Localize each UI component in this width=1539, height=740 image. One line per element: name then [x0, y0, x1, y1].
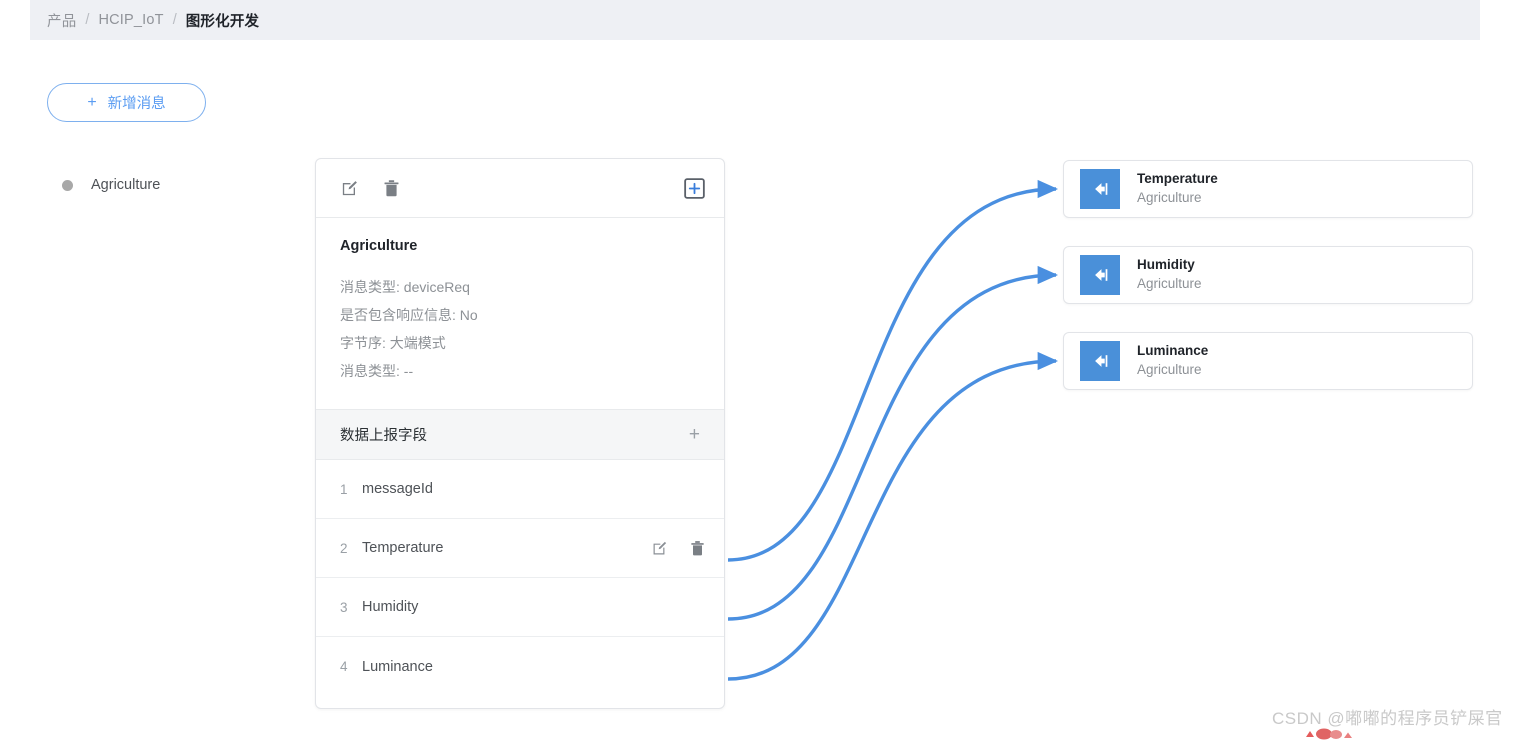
trash-icon[interactable] — [690, 540, 705, 557]
breadcrumb-bar: 产品 / HCIP_IoT / 图形化开发 — [30, 0, 1480, 40]
meta-byte-order: 字节序: 大端模式 — [340, 335, 446, 351]
breadcrumb-item-current: 图形化开发 — [185, 13, 260, 30]
tree-item-agriculture[interactable]: Agriculture — [62, 174, 160, 196]
breadcrumb-item-hcip-iot[interactable]: HCIP_IoT — [98, 12, 163, 28]
message-card: Agriculture 消息类型: deviceReq 是否包含响应信息: No… — [315, 158, 725, 709]
property-card-title: Luminance — [1137, 343, 1209, 358]
property-card-title: Temperature — [1137, 171, 1218, 186]
edit-icon[interactable] — [340, 179, 359, 198]
connector-humidity — [727, 265, 1059, 621]
import-arrow-icon — [1080, 341, 1120, 381]
field-index: 3 — [340, 599, 348, 615]
property-card-temperature[interactable]: Temperature Agriculture — [1063, 160, 1473, 218]
meta-message-type: 消息类型: deviceReq — [340, 279, 470, 295]
property-card-subtitle: Agriculture — [1137, 276, 1202, 291]
field-index: 1 — [340, 481, 348, 497]
field-row[interactable]: 4 Luminance — [316, 637, 724, 696]
breadcrumb-separator: / — [85, 12, 90, 28]
message-card-title: Agriculture — [340, 238, 418, 254]
field-name: Luminance — [362, 658, 433, 675]
connector-temperature — [727, 179, 1059, 562]
trash-icon[interactable] — [383, 179, 400, 198]
plus-icon: + — [87, 93, 97, 111]
csdn-logo-icon — [1306, 728, 1352, 740]
field-name: Temperature — [362, 540, 444, 556]
plus-box-icon[interactable] — [684, 177, 705, 199]
add-field-plus-icon[interactable]: + — [689, 425, 700, 444]
fields-section-title: 数据上报字段 — [340, 428, 427, 444]
fields-section-header: 数据上报字段 + — [316, 409, 724, 460]
status-dot-icon — [62, 179, 73, 191]
message-card-body: Agriculture 消息类型: deviceReq 是否包含响应信息: No… — [316, 218, 724, 399]
connector-luminance — [727, 351, 1059, 681]
meta-has-response: 是否包含响应信息: No — [340, 307, 478, 323]
field-name: messageId — [362, 481, 433, 497]
property-card-humidity[interactable]: Humidity Agriculture — [1063, 246, 1473, 304]
field-index: 2 — [340, 540, 348, 556]
add-message-button[interactable]: + 新增消息 — [47, 83, 206, 122]
property-card-title: Humidity — [1137, 257, 1195, 272]
field-name: Humidity — [362, 599, 419, 615]
breadcrumb-separator: / — [172, 12, 177, 28]
field-row[interactable]: 2 Temperature — [316, 519, 724, 578]
breadcrumb-item-product[interactable]: 产品 — [47, 10, 76, 31]
property-card-luminance[interactable]: Luminance Agriculture — [1063, 332, 1473, 390]
import-arrow-icon — [1080, 169, 1120, 209]
import-arrow-icon — [1080, 255, 1120, 295]
field-index: 4 — [340, 659, 348, 674]
meta-message-type-2: 消息类型: -- — [340, 363, 414, 379]
tree-item-label: Agriculture — [91, 177, 161, 193]
property-card-subtitle: Agriculture — [1137, 190, 1202, 205]
add-message-label: 新增消息 — [107, 96, 166, 112]
field-row[interactable]: 1 messageId — [316, 460, 724, 519]
field-row[interactable]: 3 Humidity — [316, 578, 724, 637]
message-card-header — [316, 159, 724, 218]
property-card-subtitle: Agriculture — [1137, 362, 1202, 377]
edit-icon[interactable] — [651, 540, 668, 557]
